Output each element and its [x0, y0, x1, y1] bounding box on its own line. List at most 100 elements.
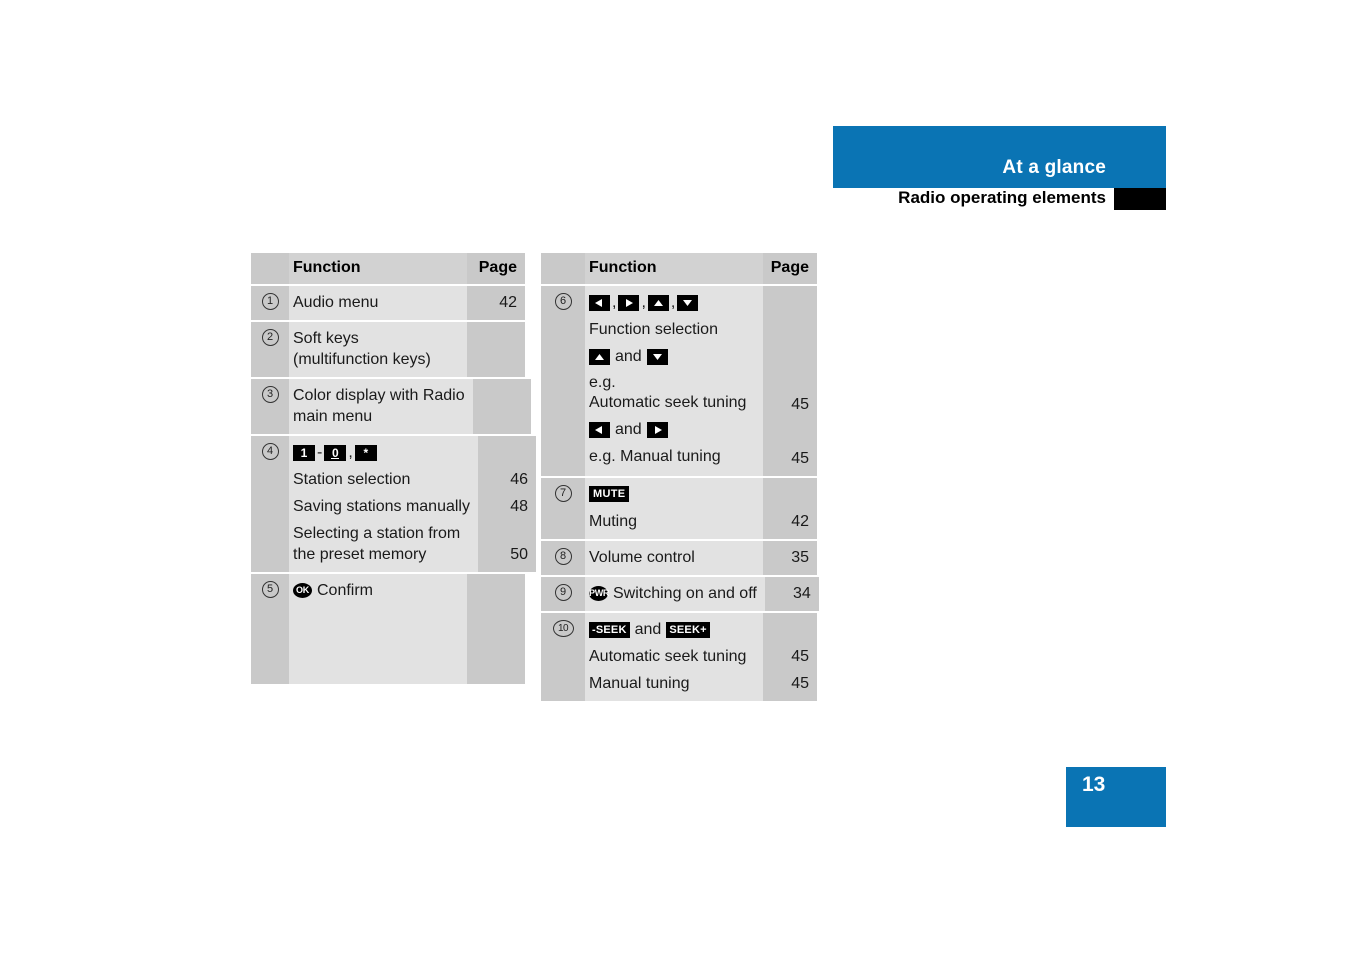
- function-text: Function selection: [589, 321, 718, 338]
- chapter-tab-marker: [1114, 188, 1166, 210]
- row-page-cell: [472, 379, 531, 434]
- row-number-cell: 3: [251, 379, 289, 434]
- function-text: Volume control: [589, 549, 695, 566]
- row-page-cell: 46 48 50: [477, 436, 536, 572]
- row-function-cell: PWR Switching on and off: [585, 577, 765, 611]
- section-title: Radio operating elements: [898, 188, 1106, 207]
- function-text: Selecting a station from: [293, 525, 461, 542]
- function-text: Automatic seek tuning: [589, 394, 747, 411]
- table-row: 6 ,,, Function selection and e.g. Automa…: [541, 286, 817, 478]
- updown-key-group: and: [589, 346, 755, 367]
- function-text: e.g. Manual tuning: [589, 448, 721, 465]
- table-header-row: Function Page: [251, 253, 525, 286]
- function-text: the preset memory: [293, 546, 427, 563]
- comma-separator: ,: [348, 444, 353, 461]
- row-number-cell: 7: [541, 478, 585, 539]
- page-ref: 45: [791, 675, 809, 692]
- row-page-cell: 42: [763, 478, 817, 539]
- comma-separator: ,: [670, 294, 676, 311]
- function-text: Color display with Radio: [293, 387, 465, 404]
- row-function-cell: MUTE Muting: [585, 478, 763, 539]
- header-cell-number: [541, 253, 585, 284]
- function-text: Switching on and off: [613, 585, 757, 602]
- function-text: Confirm: [317, 582, 374, 599]
- arrow-left-key-icon: [589, 294, 610, 311]
- function-text: Muting: [589, 513, 638, 530]
- row-function-cell: OK Confirm: [289, 574, 467, 684]
- table-row: 4 1-0, * Station selection Saving station…: [251, 436, 536, 574]
- ok-button-icon: OK: [293, 583, 312, 598]
- function-text: Manual tuning: [589, 675, 690, 692]
- callout-number-3: 3: [261, 386, 279, 403]
- header-cell-page: Page: [763, 253, 817, 284]
- header-cell-page: Page: [467, 253, 525, 284]
- table-header-row: Function Page: [541, 253, 817, 286]
- row-number-cell: 1: [251, 286, 289, 320]
- radio-elements-table-right: Function Page 6 ,,, Function selection a…: [541, 253, 819, 701]
- table-row: 1 Audio menu 42: [251, 286, 525, 322]
- chapter-header-bar: At a glance: [833, 126, 1166, 188]
- row-function-cell: Audio menu: [289, 286, 467, 320]
- row-function-cell: 1-0, * Station selection Saving stations …: [289, 436, 478, 572]
- function-text: e.g.: [589, 374, 616, 391]
- row-function-cell: -SEEK and SEEK+ Automatic seek tuning Manu…: [585, 613, 763, 701]
- header-cell-function: Function: [289, 253, 467, 284]
- page-ref: 48: [510, 498, 528, 515]
- page-ref: 42: [791, 513, 809, 530]
- row-page-cell: [467, 574, 525, 684]
- row-number-cell: 10: [541, 613, 585, 701]
- confirm-key-group: OK Confirm: [293, 580, 459, 601]
- radio-elements-table-left: Function Page 1 Audio menu 42 2 Soft key…: [251, 253, 536, 684]
- dash-separator: -: [317, 444, 323, 461]
- row-number-cell: 2: [251, 322, 289, 377]
- arrow-up-key-icon: [589, 348, 610, 365]
- function-text: main menu: [293, 408, 373, 425]
- row-page-cell: 45 45: [763, 613, 817, 701]
- row-function-cell: Color display with Radio main menu: [289, 379, 473, 434]
- seek-minus-key-icon: -SEEK: [589, 621, 630, 638]
- chapter-title: At a glance: [1002, 157, 1106, 178]
- row-number-cell: 6: [541, 286, 585, 476]
- page-ref: [467, 328, 517, 349]
- row-number-cell: 5: [251, 574, 289, 684]
- function-text: Soft keys: [293, 330, 359, 347]
- power-key-group: PWR Switching on and off: [589, 583, 757, 604]
- callout-number-7: 7: [554, 485, 572, 502]
- page-ref: [763, 319, 809, 340]
- comma-separator: ,: [612, 294, 617, 311]
- function-text: (multifunction keys): [293, 351, 431, 368]
- seek-key-group: -SEEK and SEEK+: [589, 619, 755, 640]
- page-ref: [473, 385, 523, 406]
- page-ref: 42: [499, 294, 517, 311]
- row-function-cell: Soft keys (multifunction keys): [289, 322, 467, 377]
- row-number-cell: 4: [251, 436, 289, 572]
- header-cell-function: Function: [585, 253, 763, 284]
- table-row: 3 Color display with Radio main menu: [251, 379, 531, 436]
- page-ref: 34: [793, 585, 811, 602]
- table-row: 8 Volume control 35: [541, 541, 817, 577]
- callout-number-2: 2: [261, 329, 279, 346]
- seek-plus-key-icon: SEEK+: [666, 621, 710, 638]
- row-number-cell: 9: [541, 577, 585, 611]
- callout-number-9: 9: [554, 584, 572, 601]
- page-ref: [467, 580, 517, 601]
- section-header: Radio operating elements: [833, 188, 1166, 210]
- arrow-down-key-icon: [646, 348, 668, 365]
- key-star-icon: *: [354, 444, 377, 461]
- arrow-left-key-icon: [589, 421, 610, 438]
- row-function-cell: Volume control: [585, 541, 763, 575]
- arrow-up-key-icon: [647, 294, 669, 311]
- leftright-key-group: and: [589, 419, 755, 440]
- page-ref: 45: [791, 648, 809, 665]
- row-number-cell: 8: [541, 541, 585, 575]
- mute-key-group: MUTE: [589, 484, 755, 505]
- callout-number-6: 6: [554, 293, 572, 310]
- callout-number-5: 5: [261, 581, 279, 598]
- row-page-cell: 35: [763, 541, 817, 575]
- page-ref: [478, 523, 528, 544]
- callout-number-10: 10: [552, 620, 574, 637]
- function-text: Audio menu: [293, 294, 379, 311]
